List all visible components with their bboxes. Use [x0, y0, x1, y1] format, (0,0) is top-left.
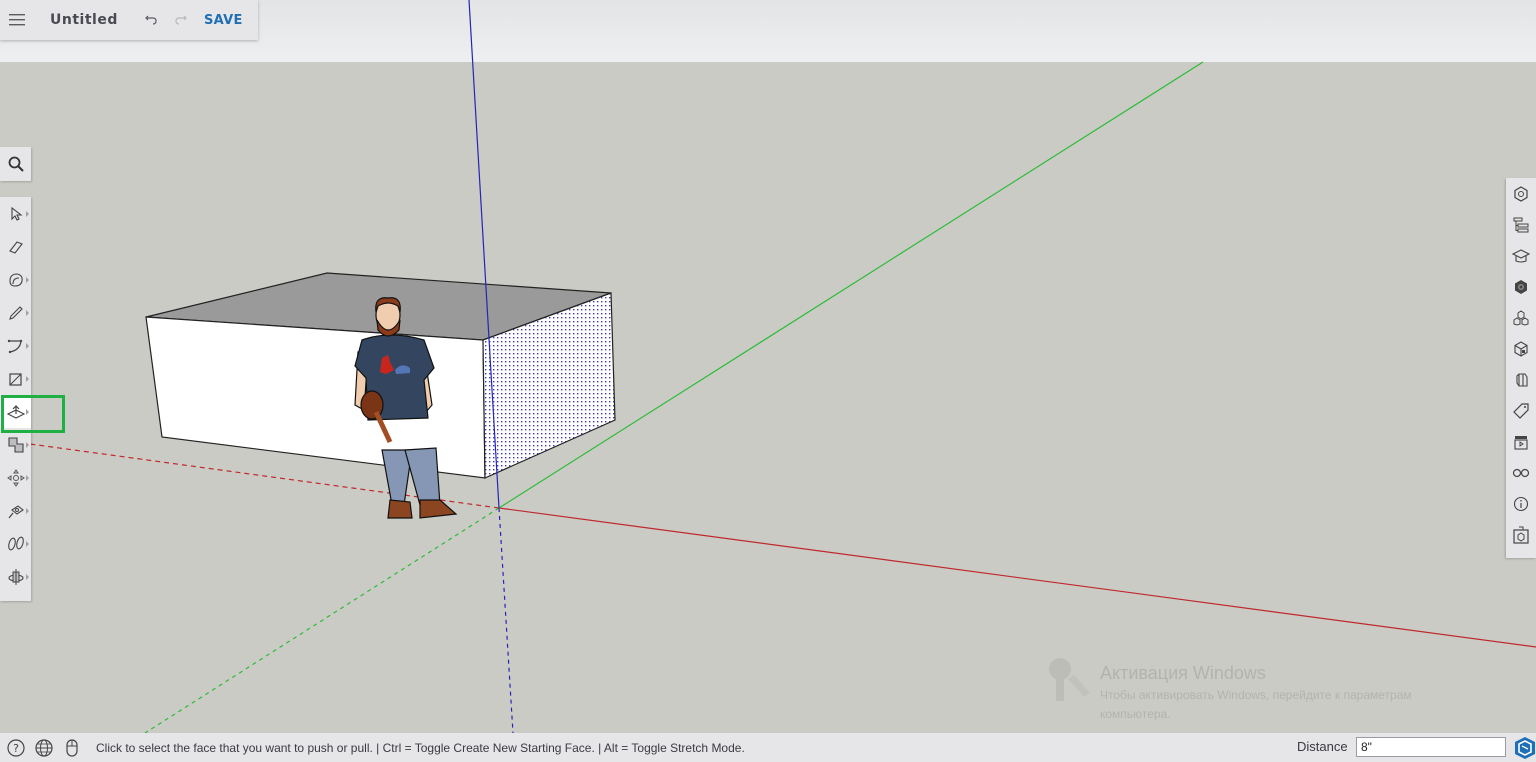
push-pull-icon — [6, 404, 25, 419]
svg-text:?: ? — [13, 742, 19, 755]
main-menu-button[interactable] — [0, 0, 34, 40]
submenu-caret-icon — [26, 310, 29, 316]
orbit-icon — [7, 568, 24, 585]
submenu-caret-icon — [26, 475, 29, 481]
info-icon — [1513, 496, 1529, 511]
panel-instructor[interactable] — [1506, 240, 1536, 271]
undo-icon — [145, 15, 157, 25]
warehouse-icon — [1513, 526, 1529, 544]
document-title[interactable]: Untitled — [50, 12, 122, 28]
blue-axis-negative — [498, 507, 514, 733]
submenu-caret-icon — [26, 442, 29, 448]
tool-arc[interactable] — [0, 329, 31, 362]
submenu-caret-icon — [26, 343, 29, 349]
undo-button[interactable] — [136, 0, 166, 40]
help-circle-icon: ? — [7, 738, 25, 757]
submenu-caret-icon — [26, 574, 29, 580]
panel-display[interactable] — [1506, 457, 1536, 488]
panel-scenes[interactable] — [1506, 426, 1536, 457]
rectangle-icon — [8, 372, 22, 386]
globe-icon — [35, 738, 53, 757]
right-panel-tray — [1506, 178, 1536, 558]
submenu-caret-icon — [26, 277, 29, 283]
sketchup-logo-icon[interactable] — [1514, 736, 1536, 760]
hamburger-icon — [9, 14, 25, 26]
pencil-icon — [8, 305, 23, 320]
panel-entity-info[interactable] — [1506, 178, 1536, 209]
cursor-arrow-icon — [10, 206, 23, 221]
tool-pencil[interactable] — [0, 296, 31, 329]
offset-icon — [7, 436, 24, 453]
green-axis — [498, 61, 1204, 509]
materials-icon — [1515, 279, 1527, 294]
submenu-caret-icon — [26, 541, 29, 547]
submenu-caret-icon — [26, 409, 29, 415]
outliner-icon — [1513, 217, 1529, 232]
components-icon — [1513, 309, 1529, 326]
panel-solid-inspector[interactable] — [1506, 364, 1536, 395]
red-axis — [498, 507, 1536, 648]
glasses-icon — [1512, 468, 1530, 477]
redo-icon — [175, 15, 187, 25]
save-button[interactable]: SAVE — [204, 13, 243, 28]
clapperboard-icon — [1514, 435, 1528, 450]
tool-select[interactable] — [0, 197, 31, 230]
eraser-icon — [8, 240, 23, 254]
panel-components[interactable] — [1506, 302, 1536, 333]
move-icon — [6, 468, 25, 487]
panel-materials[interactable] — [1506, 271, 1536, 302]
status-message: Click to select the face that you want t… — [96, 740, 745, 755]
top-bar: Untitled SAVE — [0, 0, 258, 40]
redo-button[interactable] — [166, 0, 196, 40]
left-toolbar — [0, 197, 31, 601]
measurement-label: Distance — [1297, 739, 1348, 754]
search-icon — [8, 156, 24, 172]
entity-info-icon — [1514, 185, 1528, 202]
green-axis-negative — [144, 507, 500, 733]
panel-model-info[interactable] — [1506, 488, 1536, 519]
panel-outliner[interactable] — [1506, 209, 1536, 240]
paint-bucket-icon — [8, 272, 23, 287]
panel-tags[interactable] — [1506, 395, 1536, 426]
styles-cube-icon — [1514, 340, 1528, 357]
panel-3d-warehouse[interactable] — [1506, 519, 1536, 550]
tape-measure-icon — [8, 504, 24, 518]
footprints-icon — [7, 536, 24, 550]
submenu-caret-icon — [26, 211, 29, 217]
tool-tape-measure[interactable] — [0, 494, 31, 527]
panel-styles[interactable] — [1506, 333, 1536, 364]
tool-push-pull[interactable] — [0, 395, 31, 428]
measurement-input[interactable] — [1356, 737, 1506, 757]
graduation-cap-icon — [1512, 248, 1530, 263]
tool-move[interactable] — [0, 461, 31, 494]
mouse-icon — [66, 738, 78, 757]
help-button[interactable]: ? — [4, 736, 28, 760]
solid-cube-icon — [1516, 372, 1528, 387]
tool-walk[interactable] — [0, 527, 31, 560]
tool-offset[interactable] — [0, 428, 31, 461]
tool-paint-bucket[interactable] — [0, 263, 31, 296]
tool-eraser[interactable] — [0, 230, 31, 263]
tag-icon — [1513, 402, 1529, 419]
tool-orbit[interactable] — [0, 560, 31, 593]
arc-icon — [7, 339, 22, 353]
mouse-button[interactable] — [60, 736, 84, 760]
tool-rectangle[interactable] — [0, 362, 31, 395]
submenu-caret-icon — [26, 376, 29, 382]
search-button[interactable] — [0, 147, 31, 181]
language-button[interactable] — [32, 736, 56, 760]
3d-viewport[interactable] — [0, 0, 1536, 733]
submenu-caret-icon — [26, 508, 29, 514]
